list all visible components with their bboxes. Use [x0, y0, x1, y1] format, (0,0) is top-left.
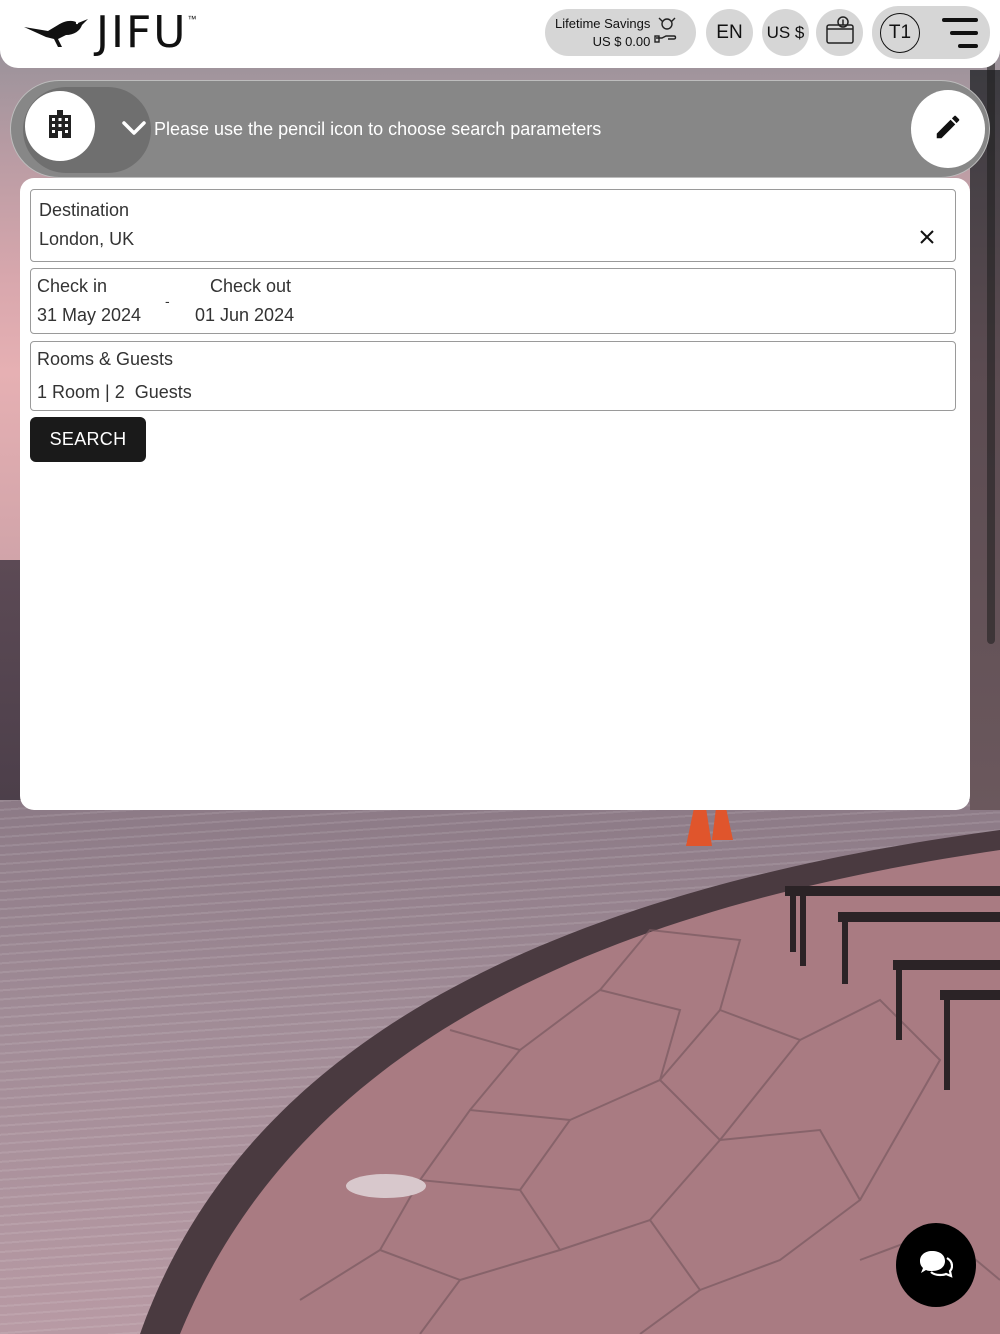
currency-selector[interactable]: US $: [762, 9, 809, 56]
close-icon[interactable]: [919, 229, 935, 250]
account-avatar[interactable]: T1: [880, 12, 920, 53]
pencil-icon: [933, 112, 963, 147]
account-menu[interactable]: T1: [872, 6, 990, 59]
edit-search-button[interactable]: [911, 90, 985, 168]
check-in-value[interactable]: 31 May 2024: [37, 305, 141, 326]
savings-value: US $ 0.00: [592, 33, 651, 49]
background-wall: [970, 70, 1000, 810]
hamburger-menu-icon[interactable]: [940, 16, 980, 55]
savings-label: Lifetime Savings: [555, 15, 651, 31]
brand-name: JIFU: [96, 7, 188, 58]
chat-button[interactable]: [896, 1223, 976, 1307]
search-summary-bar: Please use the pencil icon to choose sea…: [10, 80, 990, 178]
chevron-down-icon[interactable]: [121, 119, 147, 142]
savings-hand-icon: [654, 16, 680, 49]
search-form-card: Destination London, UK Check in 31 May 2…: [20, 178, 970, 810]
date-separator: -: [165, 293, 170, 309]
search-button[interactable]: SEARCH: [30, 417, 146, 462]
wallet-button[interactable]: [816, 9, 863, 56]
rooms-guests-field[interactable]: Rooms & Guests 1 Room | 2 Guests: [30, 341, 956, 411]
check-out-label: Check out: [210, 276, 292, 296]
top-bar: JIFU ™ Lifetime Savings US $ 0.00 EN US …: [0, 0, 1000, 68]
check-in-label: Check in: [37, 276, 108, 296]
brand-logo[interactable]: JIFU ™: [22, 7, 197, 58]
property-type-button[interactable]: [25, 91, 95, 161]
hotel-building-icon: [47, 109, 73, 144]
property-type-toggle[interactable]: [23, 87, 151, 173]
destination-label: Destination: [39, 200, 130, 220]
lifetime-savings-pill[interactable]: Lifetime Savings US $ 0.00: [545, 9, 696, 56]
destination-value[interactable]: London, UK: [39, 229, 134, 250]
destination-field[interactable]: Destination London, UK: [30, 189, 956, 262]
rooms-guests-label: Rooms & Guests: [37, 349, 174, 369]
roadrunner-logo-icon: [22, 13, 92, 54]
chat-icon: [919, 1247, 954, 1284]
wallet-icon: [824, 14, 856, 51]
dates-field[interactable]: Check in 31 May 2024 - Check out 01 Jun …: [30, 268, 956, 334]
rooms-guests-value[interactable]: 1 Room | 2 Guests: [37, 382, 192, 403]
search-hint-text: Please use the pencil icon to choose sea…: [154, 119, 602, 139]
language-selector[interactable]: EN: [706, 9, 753, 56]
check-out-value[interactable]: 01 Jun 2024: [195, 305, 294, 326]
scrollbar[interactable]: [987, 58, 995, 644]
trademark: ™: [187, 14, 197, 24]
